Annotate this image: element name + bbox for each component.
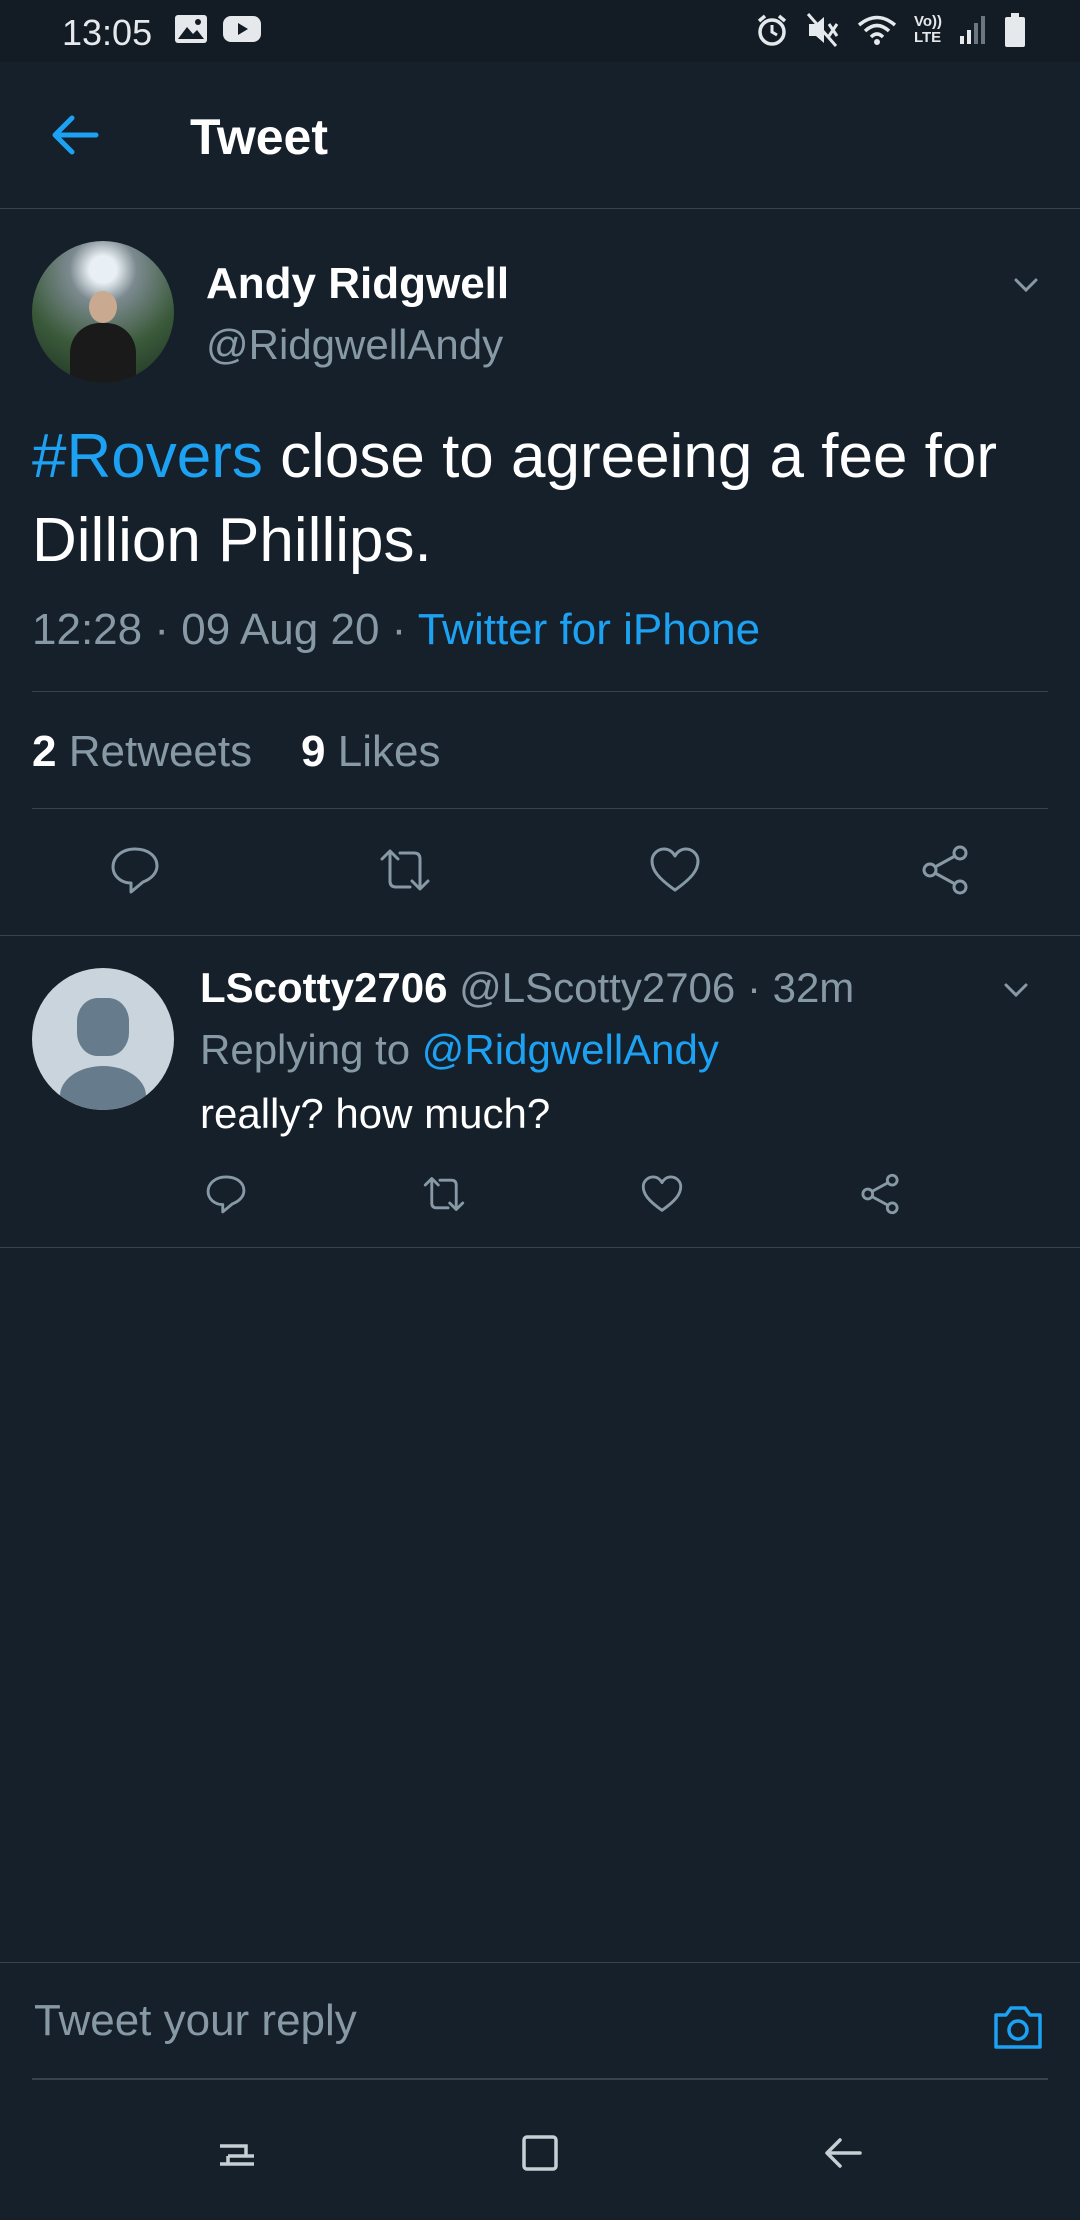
lte-label: LTE xyxy=(913,29,942,46)
back-arrow-icon[interactable] xyxy=(46,106,104,164)
volte-indicator: Vo)) LTE xyxy=(914,14,942,46)
tweet-time: 12:28 xyxy=(32,605,143,654)
battery-icon xyxy=(1005,13,1025,47)
share-icon[interactable] xyxy=(858,1172,902,1216)
youtube-icon xyxy=(223,16,261,42)
retweet-icon[interactable] xyxy=(378,843,432,897)
tweet-actions xyxy=(0,843,1080,903)
recents-icon[interactable] xyxy=(212,2128,262,2178)
replying-mention-link[interactable]: @RidgwellAndy xyxy=(422,1026,719,1073)
status-bar: 13:05 Vo)) LTE xyxy=(0,0,1080,62)
divider xyxy=(32,691,1048,692)
tweet-meta: 12:28 · 09 Aug 20 · Twitter for iPhone xyxy=(32,605,761,654)
tweet-stats: 2 Retweets 9 Likes xyxy=(32,727,440,777)
page-title: Tweet xyxy=(190,109,328,165)
chevron-down-icon[interactable] xyxy=(1008,267,1044,303)
retweet-icon[interactable] xyxy=(422,1172,466,1216)
reply-icon[interactable] xyxy=(204,1172,248,1216)
reply-author-name[interactable]: LScotty2706 xyxy=(200,964,447,1011)
composer-underline xyxy=(32,2078,1048,2080)
back-icon[interactable] xyxy=(818,2128,868,2178)
home-icon[interactable] xyxy=(515,2128,565,2178)
reply-actions xyxy=(0,1172,1080,1222)
tweet-source-link[interactable]: Twitter for iPhone xyxy=(418,605,760,654)
divider xyxy=(32,808,1048,809)
replying-to: Replying to @RidgwellAndy xyxy=(200,1026,719,1073)
hashtag-link[interactable]: #Rovers xyxy=(32,422,263,491)
gallery-icon xyxy=(175,15,207,43)
reply-tweet[interactable]: LScotty2706 @LScotty2706 · 32m Replying … xyxy=(0,936,1080,1248)
chevron-down-icon[interactable] xyxy=(998,972,1034,1008)
author-avatar[interactable] xyxy=(32,241,174,383)
status-time: 13:05 xyxy=(62,12,153,53)
author-handle[interactable]: @RidgwellAndy xyxy=(206,321,503,369)
top-app-bar: Tweet xyxy=(0,62,1080,209)
author-name[interactable]: Andy Ridgwell xyxy=(206,259,509,309)
like-icon[interactable] xyxy=(640,1172,684,1216)
system-nav-bar xyxy=(0,2082,1080,2220)
mute-icon xyxy=(806,13,839,47)
like-icon[interactable] xyxy=(648,843,702,897)
share-icon[interactable] xyxy=(918,843,972,897)
reply-age: · 32m xyxy=(746,964,855,1011)
volte-label: Vo)) xyxy=(913,13,942,30)
reply-avatar[interactable] xyxy=(32,968,174,1110)
main-tweet: Andy Ridgwell @RidgwellAndy #Rovers clos… xyxy=(0,209,1080,936)
likes-stat[interactable]: 9 Likes xyxy=(301,727,440,776)
reply-icon[interactable] xyxy=(108,843,162,897)
tweet-date: 09 Aug 20 xyxy=(181,605,380,654)
alarm-icon xyxy=(757,14,787,46)
tweet-text: #Rovers close to agreeing a fee for Dill… xyxy=(32,415,1042,583)
camera-icon[interactable] xyxy=(990,1999,1046,2055)
reply-input[interactable] xyxy=(32,1985,956,2057)
signal-icon xyxy=(960,16,985,44)
wifi-icon xyxy=(857,15,897,45)
retweets-stat[interactable]: 2 Retweets xyxy=(32,727,252,776)
reply-composer xyxy=(0,1962,1080,2081)
reply-text: really? how much? xyxy=(200,1090,551,1137)
reply-author-handle[interactable]: @LScotty2706 xyxy=(459,964,735,1011)
reply-header: LScotty2706 @LScotty2706 · 32m xyxy=(200,964,854,1012)
